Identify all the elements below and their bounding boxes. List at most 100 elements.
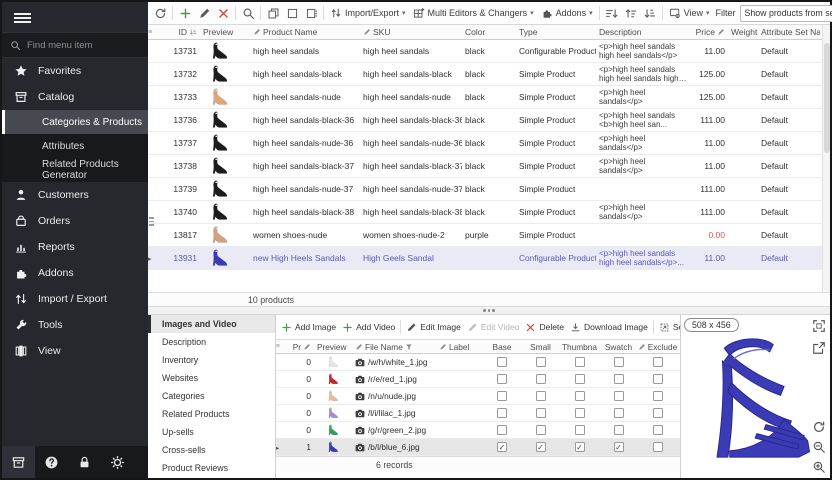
column-header-color[interactable]: Color — [462, 27, 516, 37]
swatch-checkbox[interactable] — [614, 442, 624, 452]
download-image-button[interactable]: Download Image — [567, 318, 651, 336]
tab-websites[interactable]: Websites — [148, 369, 275, 387]
small-checkbox[interactable] — [536, 425, 546, 435]
splitter-grip[interactable] — [149, 217, 155, 231]
image-row[interactable]: ▸ 0 /r/e/red_1.jpg — [276, 371, 680, 388]
edit-product-button[interactable] — [195, 5, 213, 22]
sidebar-item-tools[interactable]: Tools — [2, 312, 148, 338]
column-header-price[interactable]: Price — [690, 27, 728, 37]
base-checkbox[interactable] — [497, 357, 507, 367]
tab-product-reviews[interactable]: Product Reviews — [148, 459, 275, 477]
filter-select[interactable]: Show products from selected categories ▾ — [740, 5, 832, 22]
lock-icon[interactable] — [68, 446, 101, 478]
vertical-scrollbar[interactable] — [822, 25, 830, 292]
product-row[interactable]: ▸ 13738 high heel sandals-black-37 high … — [148, 155, 830, 178]
sidebar-item-orders[interactable]: Orders — [2, 208, 148, 234]
base-checkbox[interactable] — [497, 391, 507, 401]
zoom-out-icon[interactable] — [812, 440, 826, 454]
sidebar-item-favorites[interactable]: Favorites — [2, 58, 148, 84]
product-row[interactable]: ▸ 13736 high heel sandals-black-36 high … — [148, 109, 830, 132]
column-header-thumbnail[interactable]: Thumbna — [560, 342, 599, 352]
column-header-position[interactable]: Pr — [286, 342, 314, 352]
paste-special-button[interactable] — [302, 5, 320, 22]
image-row[interactable]: ▸ 0 /w/h/white_1.jpg — [276, 354, 680, 371]
thumbnail-checkbox[interactable] — [575, 357, 585, 367]
column-header-label[interactable]: Label — [436, 342, 483, 352]
column-header-sku[interactable]: SKU — [360, 27, 462, 37]
menu-search-input[interactable] — [27, 40, 127, 51]
add-product-button[interactable] — [176, 5, 194, 22]
product-row[interactable]: ▸ 13737 high heel sandals-nude-36 high h… — [148, 132, 830, 155]
base-checkbox[interactable] — [497, 374, 507, 384]
product-row[interactable]: ▸ 13731 high heel sandals high heel sand… — [148, 40, 830, 63]
help-icon[interactable] — [35, 446, 68, 478]
sidebar-item-view[interactable]: View — [2, 338, 148, 364]
sidebar-item-reports[interactable]: Reports — [2, 234, 148, 260]
column-header-description[interactable]: Description — [596, 27, 690, 37]
sort-ascending-button[interactable] — [622, 5, 640, 22]
small-checkbox[interactable] — [536, 357, 546, 367]
edit-video-button[interactable]: Edit Video — [464, 318, 523, 336]
sidebar-item-customers[interactable]: Customers — [2, 182, 148, 208]
exclude-checkbox[interactable] — [653, 374, 663, 384]
column-header-id[interactable]: ID — [158, 27, 200, 37]
exclude-checkbox[interactable] — [653, 391, 663, 401]
column-header-type[interactable]: Type — [516, 27, 596, 37]
product-row[interactable]: ▸ 13732 high heel sandals-black high hee… — [148, 63, 830, 86]
sort-az-button[interactable] — [603, 5, 621, 22]
add-video-button[interactable]: Add Video — [339, 318, 398, 336]
sidebar-search[interactable] — [2, 32, 148, 58]
open-external-icon[interactable] — [812, 341, 826, 355]
store-icon[interactable] — [2, 446, 35, 478]
sidebar-item-addons[interactable]: Addons — [2, 260, 148, 286]
swatch-checkbox[interactable] — [614, 391, 624, 401]
exclude-checkbox[interactable] — [653, 425, 663, 435]
column-header-small[interactable]: Small — [521, 342, 560, 352]
sidebar-item-categories-products[interactable]: Categories & Products — [2, 110, 148, 134]
thumbnail-checkbox[interactable] — [575, 442, 585, 452]
sidebar-item-catalog[interactable]: Catalog — [2, 84, 148, 110]
tab-up-sells[interactable]: Up-sells — [148, 423, 275, 441]
scrollbar-thumb[interactable] — [824, 43, 830, 153]
thumbnail-checkbox[interactable] — [575, 425, 585, 435]
thumbnail-checkbox[interactable] — [575, 408, 585, 418]
multi-editors-button[interactable]: Multi Editors & Changers▾ — [410, 5, 537, 22]
sidebar-item-attributes[interactable]: Attributes — [2, 134, 148, 158]
exclude-checkbox[interactable] — [653, 408, 663, 418]
import-export-button[interactable]: Import/Export▾ — [327, 5, 409, 22]
product-row[interactable]: ▸ 13733 high heel sandals-nude high heel… — [148, 86, 830, 109]
refresh-button[interactable] — [151, 5, 169, 22]
swatch-checkbox[interactable] — [614, 374, 624, 384]
column-header-swatch[interactable]: Swatch — [599, 342, 638, 352]
tab-categories[interactable]: Categories — [148, 387, 275, 405]
search-button[interactable] — [239, 5, 257, 22]
fullscreen-icon[interactable] — [812, 319, 826, 333]
base-checkbox[interactable] — [497, 408, 507, 418]
tab-related-products[interactable]: Related Products — [148, 405, 275, 423]
image-row[interactable]: ▸ 0 /l/i/lilac_1.jpg — [276, 405, 680, 422]
exclude-checkbox[interactable] — [653, 357, 663, 367]
delete-product-button[interactable] — [214, 5, 232, 22]
column-header-exclude[interactable]: Exclude — [638, 342, 677, 352]
product-row[interactable]: ▸ 13931 new High Heels Sandals High Geel… — [148, 247, 830, 270]
paste-button[interactable] — [283, 5, 301, 22]
column-header-file-name[interactable]: File Name — [352, 342, 436, 352]
tab-description[interactable]: Description — [148, 333, 275, 351]
swatch-checkbox[interactable] — [614, 408, 624, 418]
exclude-checkbox[interactable] — [653, 442, 663, 452]
edit-image-button[interactable]: Edit Image — [403, 318, 464, 336]
small-checkbox[interactable] — [536, 408, 546, 418]
sidebar-item-import-export[interactable]: Import / Export — [2, 286, 148, 312]
sidebar-item-related-products-generator[interactable]: Related Products Generator — [2, 158, 148, 182]
base-checkbox[interactable] — [497, 425, 507, 435]
delete-button[interactable]: Delete — [522, 318, 567, 336]
image-row[interactable]: ▸ 0 /g/r/green_2.jpg — [276, 422, 680, 439]
tab-cross-sells[interactable]: Cross-sells — [148, 441, 275, 459]
base-checkbox[interactable] — [497, 442, 507, 452]
sort-descending-button[interactable] — [641, 5, 659, 22]
thumbnail-checkbox[interactable] — [575, 391, 585, 401]
zoom-in-icon[interactable] — [812, 460, 826, 474]
add-image-button[interactable]: Add Image — [278, 318, 339, 336]
tab-images-and-video[interactable]: Images and Video — [148, 315, 275, 333]
gear-icon[interactable] — [101, 446, 134, 478]
